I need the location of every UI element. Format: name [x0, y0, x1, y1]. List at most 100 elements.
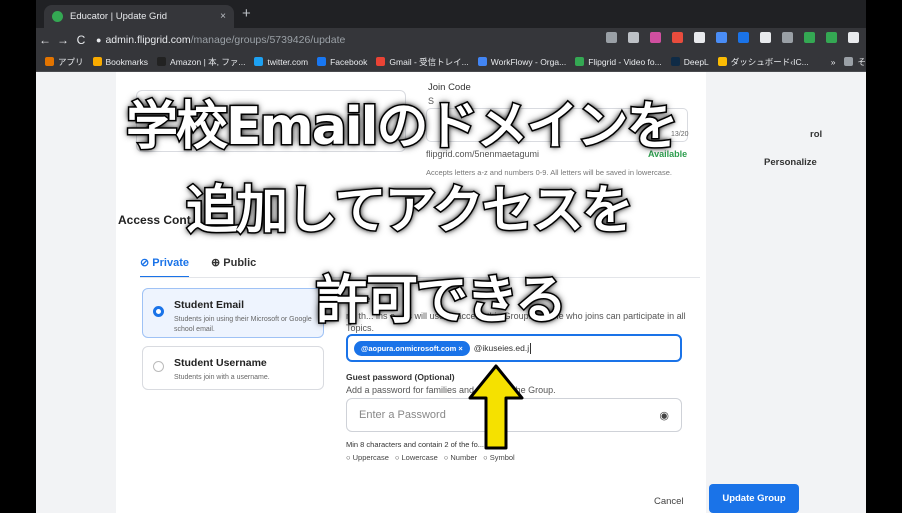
guest-password-title: Guest password (Optional)	[346, 372, 455, 382]
extension-icon[interactable]	[760, 32, 771, 43]
eye-icon[interactable]: ◉	[659, 409, 669, 422]
forward-icon[interactable]: →	[54, 33, 72, 47]
translate-icon[interactable]	[606, 32, 617, 43]
bookmark-item[interactable]: ダッシュボード‹IC...	[717, 56, 809, 68]
radio-unselected[interactable]	[153, 361, 164, 372]
shield-icon: ⊘	[140, 257, 153, 269]
bookmark-item[interactable]: DeepL	[670, 56, 709, 67]
extension-icon[interactable]	[826, 32, 837, 43]
caption-line-1: 学校Emailのドメインを	[124, 96, 679, 159]
type-number: ○ Number	[443, 453, 478, 462]
bookmark-icon	[45, 57, 54, 66]
bookmark-item[interactable]: twitter.com	[254, 57, 308, 67]
access-tabs: ⊘ Private ⊕ Public	[140, 256, 256, 278]
reload-icon[interactable]: C	[72, 33, 90, 47]
bookmarks-bar: アプリ Bookmarks Amazon | 本, ファ... twitter.com…	[36, 52, 866, 72]
type-symbol: ○ Symbol	[483, 453, 515, 462]
lock-icon[interactable]: ●	[96, 35, 101, 45]
screenshot-stage: Educator | Update Grid × + ← → C ● admin…	[36, 0, 866, 513]
extension-icons	[606, 32, 866, 43]
bookmark-label: Amazon | 本, ファ...	[170, 56, 246, 67]
tab-private[interactable]: ⊘ Private	[140, 256, 189, 278]
new-tab-button[interactable]: +	[242, 5, 251, 22]
bookmark-label: Flipgrid - Video fo...	[588, 56, 662, 67]
tab-title: Educator | Update Grid	[70, 11, 167, 22]
bookmark-label: WorkFlowy - Orga...	[490, 56, 567, 67]
bookmark-item[interactable]: その他のブックマーク	[844, 56, 866, 68]
bookmark-label: twitter.com	[267, 56, 309, 67]
text-cursor	[530, 342, 532, 354]
bookmark-label: アプリ	[58, 56, 84, 67]
bookmark-item[interactable]: WorkFlowy - Orga...	[477, 56, 567, 67]
bookmark-label: »	[830, 56, 836, 67]
browser-tab[interactable]: Educator | Update Grid ×	[44, 5, 234, 28]
tab-public-label: Public	[223, 257, 257, 269]
option-desc: Students join using their Microsoft or G…	[174, 316, 312, 333]
bookmark-item[interactable]: »	[817, 56, 836, 67]
cancel-button[interactable]: Cancel	[654, 496, 684, 507]
password-types: ○ Uppercase ○ Lowercase ○ Number ○ Symbo…	[346, 453, 515, 462]
bookmark-icon	[376, 57, 386, 66]
bookmark-icon	[92, 57, 102, 66]
update-group-button[interactable]: Update Group	[709, 484, 799, 513]
side-link-personalize[interactable]: Personalize	[764, 156, 822, 170]
typed-domain: @ikuseies.ed.j	[473, 343, 530, 353]
up-arrow-icon	[468, 364, 524, 450]
url-path[interactable]: /manage/groups/5739426/update	[191, 34, 346, 46]
tab-close-icon[interactable]: ×	[220, 11, 226, 22]
bookmark-item[interactable]: Amazon | 本, ファ...	[157, 56, 245, 68]
bookmark-icon	[477, 57, 487, 66]
bookmark-icon	[254, 57, 264, 66]
bookmark-icon	[575, 57, 585, 66]
bookmark-icon	[844, 57, 854, 66]
bookmark-label: ダッシュボード‹IC...	[730, 56, 809, 67]
bookmark-icon	[670, 57, 680, 66]
option-desc: Students join with a username.	[174, 374, 270, 381]
bookmark-icon	[717, 57, 727, 66]
access-control-title: Access Cont	[118, 213, 191, 227]
password-rule: Min 8 characters and contain 2 of the fo…	[346, 440, 484, 449]
star-icon[interactable]	[628, 32, 639, 43]
bookmark-icon	[317, 57, 327, 66]
bookmark-icon	[817, 57, 827, 66]
option-student-username[interactable]: Student Username Students join with a us…	[142, 346, 324, 390]
radio-selected[interactable]	[153, 306, 164, 317]
bookmark-item[interactable]: Gmail - 受信トレイ...	[376, 56, 469, 68]
caption-line-3: 許可できる	[315, 270, 569, 333]
extension-icon[interactable]	[782, 32, 793, 43]
back-icon[interactable]: ←	[36, 33, 54, 47]
bookmark-label: Facebook	[330, 56, 368, 67]
puzzle-icon[interactable]	[848, 32, 859, 43]
option-title: Student Email	[174, 299, 245, 311]
tab-private-label: Private	[152, 257, 189, 269]
option-title: Student Username	[174, 357, 267, 369]
bookmark-label: Bookmarks	[105, 56, 149, 67]
bookmark-label: その他のブックマーク	[857, 56, 866, 67]
bookmark-label: DeepL	[683, 56, 709, 67]
password-placeholder: Enter a Password	[359, 409, 446, 421]
side-links: rol Personalize	[714, 128, 822, 170]
flipgrid-favicon-icon	[52, 11, 63, 22]
bookmark-item[interactable]: Bookmarks	[92, 56, 149, 67]
extension-icon[interactable]	[650, 32, 661, 43]
bookmark-item[interactable]: アプリ	[45, 56, 84, 68]
email-domain-input[interactable]: @aopura.onmicrosoft.com × @ikuseies.ed.j	[346, 334, 682, 362]
bookmark-item[interactable]: Facebook	[317, 57, 367, 67]
extension-icon[interactable]	[716, 32, 727, 43]
side-link[interactable]: rol	[810, 128, 822, 142]
option-student-email[interactable]: Student Email Students join using their …	[142, 288, 324, 338]
extension-icon[interactable]	[804, 32, 815, 43]
tab-public[interactable]: ⊕ Public	[211, 256, 256, 278]
type-lowercase: ○ Lowercase	[394, 453, 438, 462]
globe-icon: ⊕	[210, 257, 224, 269]
extension-icon[interactable]	[672, 32, 683, 43]
url-host[interactable]: admin.flipgrid.com	[105, 34, 190, 46]
bookmark-label: Gmail - 受信トレイ...	[389, 56, 469, 67]
extension-icon[interactable]	[694, 32, 705, 43]
bookmark-icon	[157, 57, 167, 66]
browser-tab-bar: Educator | Update Grid × +	[36, 0, 866, 28]
domain-chip[interactable]: @aopura.onmicrosoft.com ×	[354, 340, 470, 356]
bookmark-item[interactable]: Flipgrid - Video fo...	[575, 57, 662, 67]
type-uppercase: ○ Uppercase	[346, 453, 389, 462]
extension-icon[interactable]	[738, 32, 749, 43]
